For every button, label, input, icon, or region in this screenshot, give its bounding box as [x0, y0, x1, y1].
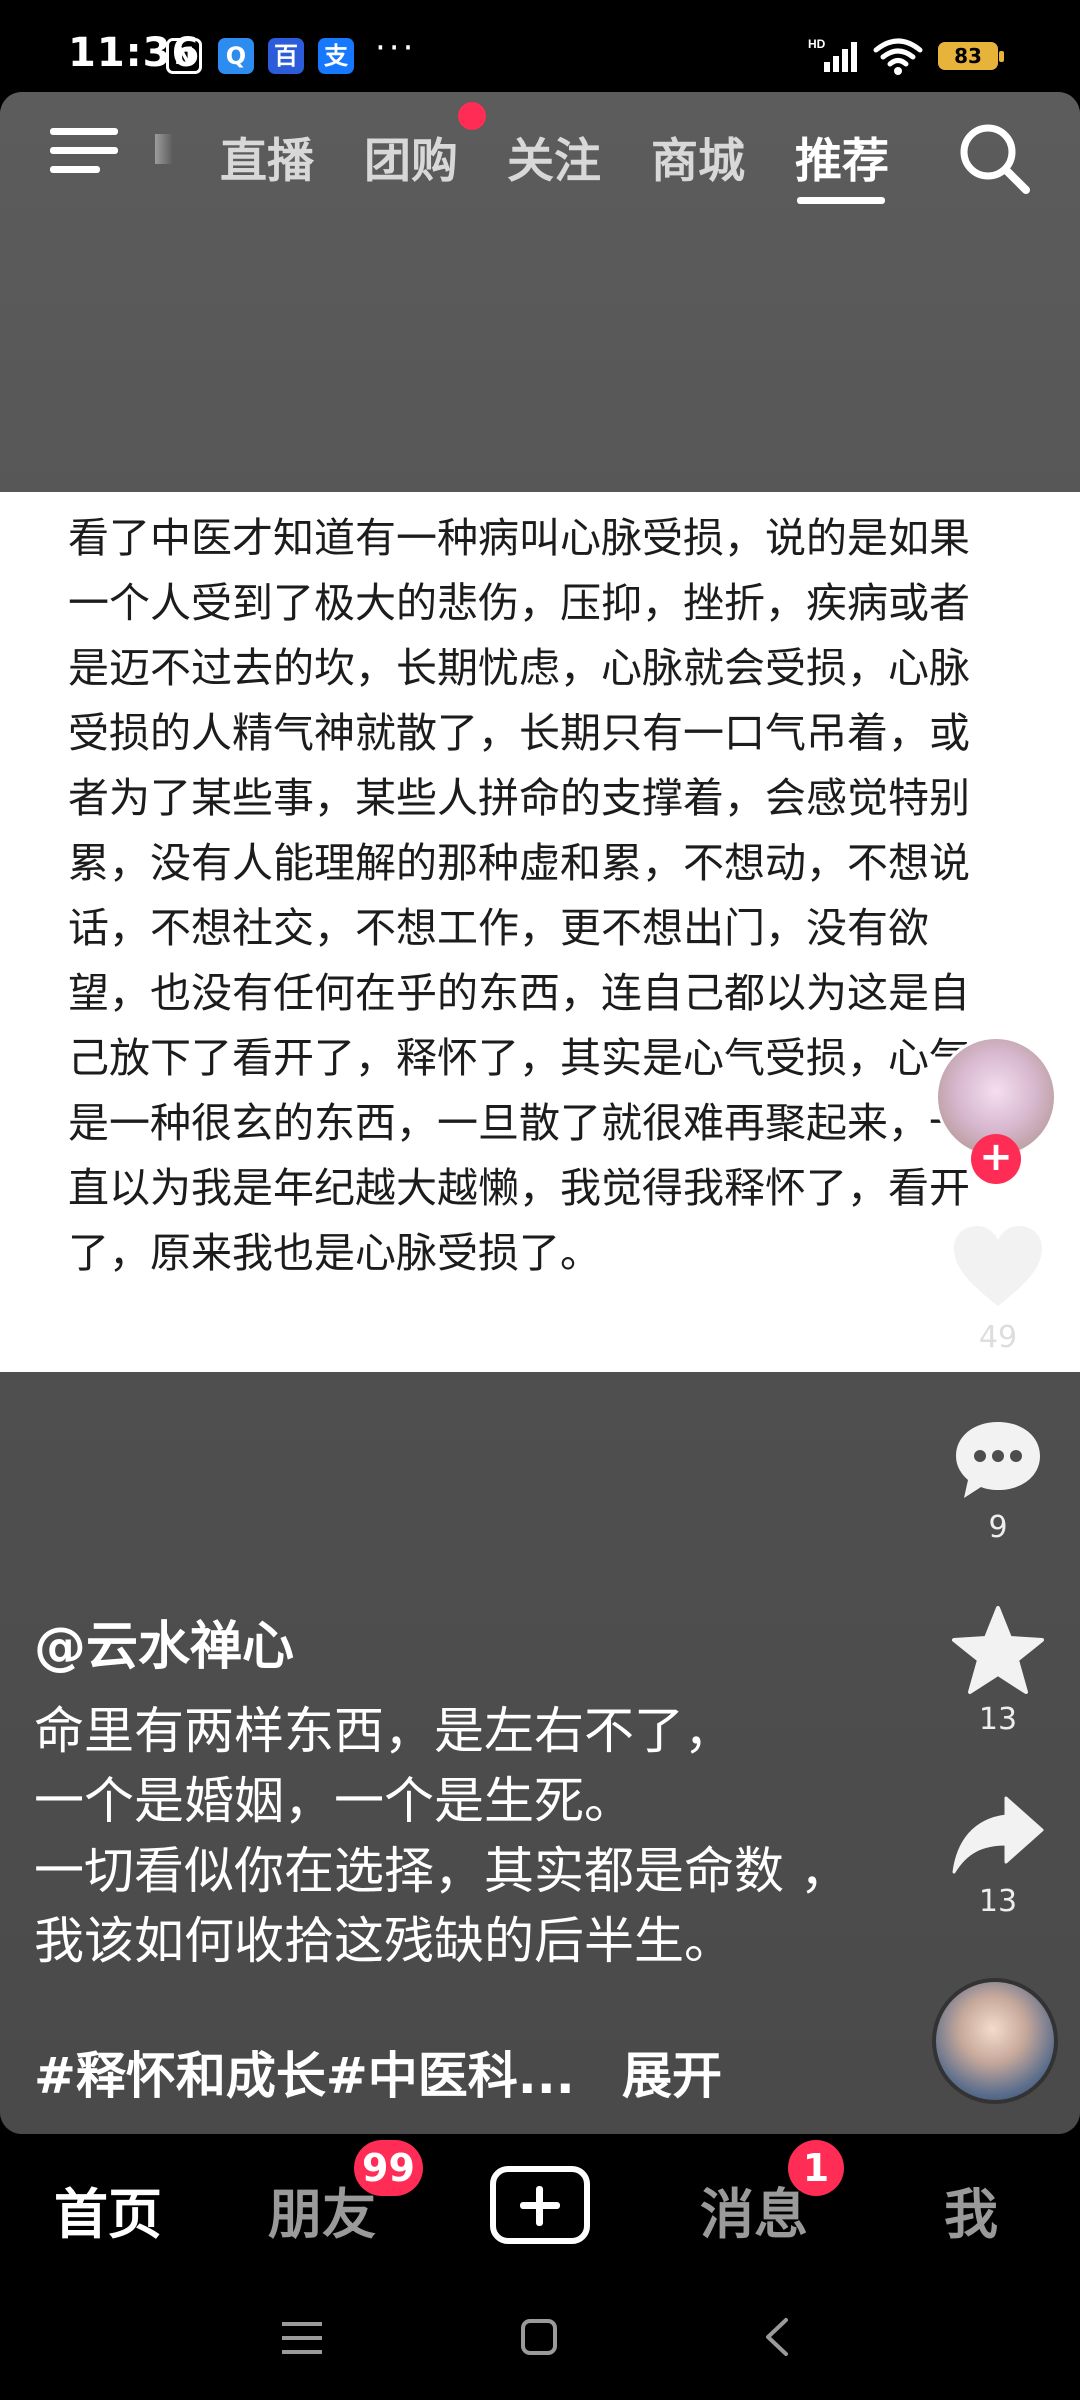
more-notifications-icon: ··· — [375, 28, 417, 68]
comment-count: 9 — [988, 1510, 1008, 1545]
friends-badge: 99 — [354, 2140, 423, 2196]
network-label: HD — [808, 37, 826, 51]
share-arrow-icon[interactable] — [950, 1792, 1046, 1878]
nav-me[interactable]: 我 — [944, 2170, 998, 2249]
tab-following[interactable]: 关注 — [507, 122, 601, 191]
comment-icon[interactable] — [952, 1416, 1044, 1504]
tab-recommended[interactable]: 推荐 — [795, 122, 889, 191]
expand-caption-button[interactable]: 展开 — [622, 2036, 722, 2108]
baidu-app-icon: 百 — [268, 38, 304, 74]
favorite-star-icon[interactable] — [950, 1604, 1046, 1696]
hashtags[interactable]: #释怀和成长#中医科... — [34, 2036, 575, 2108]
signal-icon: HD — [808, 37, 857, 72]
music-disc-avatar[interactable] — [932, 1978, 1058, 2104]
follow-plus-icon[interactable]: + — [971, 1134, 1021, 1184]
bottom-navigation: 首页 朋友 99 消息 1 我 — [0, 2134, 1080, 2280]
battery-indicator: 83 — [938, 42, 1004, 70]
menu-icon[interactable] — [50, 124, 122, 178]
tab-groupbuy[interactable]: 团购 — [364, 122, 458, 191]
search-icon[interactable] — [956, 120, 1032, 196]
post-text-card: 看了中医才知道有一种病叫心脉受损，说的是如果一个人受到了极大的悲伤，压抑，挫折，… — [0, 492, 1080, 1372]
groupbuy-notification-dot — [458, 102, 486, 130]
tab-mall[interactable]: 商城 — [651, 122, 745, 191]
nfc-app-icon: N — [166, 38, 202, 74]
like-heart-icon[interactable] — [950, 1222, 1046, 1310]
wifi-icon — [873, 38, 923, 75]
back-chevron-icon[interactable] — [762, 2316, 790, 2358]
alipay-app-icon: 支 — [318, 38, 354, 74]
like-count: 49 — [978, 1320, 1018, 1355]
favorite-count: 13 — [978, 1702, 1018, 1737]
status-bar: 11:36 N Q 百 支 ··· HD 83 — [0, 0, 1080, 92]
system-navigation-bar — [0, 2280, 1080, 2400]
share-count: 13 — [978, 1884, 1018, 1919]
hidden-tab-fade — [155, 134, 173, 164]
tab-live[interactable]: 直播 — [220, 122, 314, 191]
post-body-text: 看了中医才知道有一种病叫心脉受损，说的是如果一个人受到了极大的悲伤，压抑，挫折，… — [68, 514, 970, 1277]
author-name[interactable]: @云水禅心 — [34, 1604, 294, 1679]
qq-app-icon: Q — [218, 38, 254, 74]
recents-menu-icon[interactable] — [282, 2320, 322, 2356]
create-post-button[interactable] — [490, 2166, 590, 2244]
caption-text: 命里有两样东西，是左右不了， 一个是婚姻，一个是生死。 一切看似你在选择，其实都… — [34, 1702, 850, 1970]
messages-badge: 1 — [788, 2140, 844, 2196]
video-player[interactable]: 看了中医才知道有一种病叫心脉受损，说的是如果一个人受到了极大的悲伤，压抑，挫折，… — [0, 92, 1080, 2134]
nav-home[interactable]: 首页 — [54, 2170, 162, 2249]
home-square-icon[interactable] — [520, 2318, 558, 2356]
active-tab-indicator — [797, 197, 885, 204]
